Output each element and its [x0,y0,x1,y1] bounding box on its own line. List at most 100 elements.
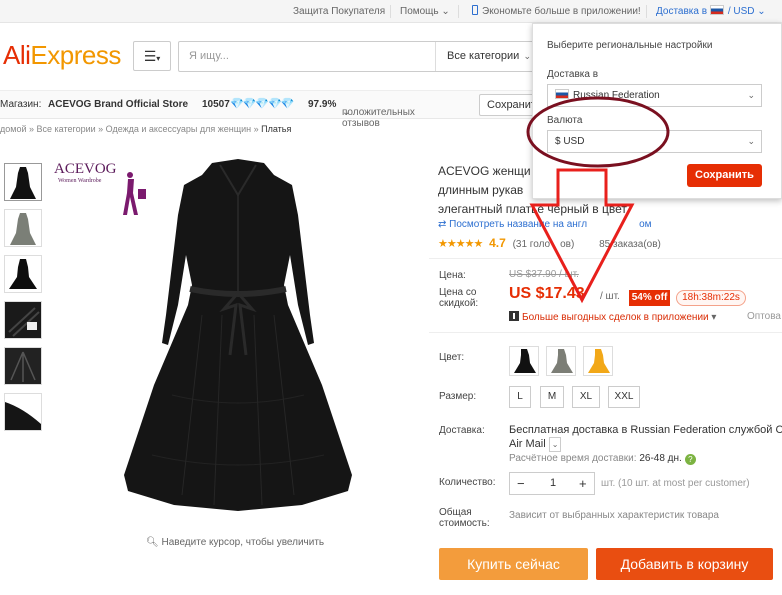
brand-logo-text: ACEVOG [54,161,117,177]
breadcrumb-home[interactable]: домой [0,124,26,134]
save-store-button[interactable]: Сохранить [479,94,539,116]
help-menu[interactable]: Помощь ⌄ [400,0,450,23]
size-option-xxl[interactable]: XXL [608,386,640,408]
popup-save-button[interactable]: Сохранить [687,164,762,187]
view-english-title-link[interactable]: ⇄ Посмотреть название на англ ом [438,219,652,230]
zoom-hint: 🔍︎ Наведите курсор, чтобы увеличить [146,537,324,548]
chevron-down-icon: ▾ [711,312,717,323]
rating-value: 4.7 [489,236,506,250]
country-select[interactable]: Russian Federation ⌄ [547,84,762,107]
shipping-method-select[interactable]: Air Mail ⌄ [509,437,782,452]
color-option-yellow[interactable] [583,346,613,376]
quantity-input[interactable]: 1 [550,473,556,494]
discount-price: US $17.43 [509,285,585,302]
brand-tagline-text: Women Wardrobe [58,178,102,184]
dress-detail-thumbnail-image [5,302,41,338]
chevron-down-icon: ⌄ [523,51,531,61]
size-option-xl[interactable]: XL [572,386,600,408]
category-label: Все категории [447,50,520,62]
translate-icon: ⇄ [438,219,447,230]
total-label-2: стоимость: [439,518,490,529]
breadcrumb-all-categories[interactable]: Все категории [37,124,96,134]
total-label-1: Общая [439,507,472,518]
breadcrumb: домой » Все категории » Одежда и аксессу… [0,124,292,134]
region-currency-trigger[interactable]: Доставка в / USD ⌄ [656,0,766,23]
color-option-black[interactable] [509,346,539,376]
product-rating: ★★★★★ 4.7 (31 голо ов) 85 заказа(ов) [438,236,661,250]
size-label: Размер: [439,391,477,402]
discount-badge: 54% off [629,290,670,306]
product-title-line-3: элегантный платье черный в цвет [438,202,627,216]
russia-flag-icon [709,5,724,15]
buy-now-button[interactable]: Купить сейчас [439,548,588,580]
divider [458,5,459,18]
thumbnail-2[interactable] [4,209,42,247]
plus-icon[interactable]: + [579,473,587,494]
aliexpress-logo[interactable]: AliExpress [3,40,121,71]
categories-menu-button[interactable]: ☰▾ [133,41,171,71]
reviews-link[interactable]: (31 голо ов) [513,239,575,250]
countdown-timer: 18h:38m:22s [676,290,746,306]
thumbnail-5[interactable] [4,347,42,385]
breadcrumb-women-clothing[interactable]: Одежда и аксессуары для женщин [106,124,251,134]
minus-icon[interactable]: − [517,473,525,494]
help-label: Помощь [400,6,439,17]
search-input[interactable]: Я ищу... [189,50,229,62]
store-name-link[interactable]: ACEVOG Brand Official Store [48,99,188,110]
size-option-l[interactable]: L [509,386,531,408]
discount-price-label-2: скидкой: [439,298,479,309]
chevron-down-icon: ⌄ [757,6,766,17]
divider [390,5,391,18]
category-select[interactable]: Все категории ⌄ [435,42,539,71]
chevron-down-icon: ⌄ [441,6,450,17]
popup-title: Выберите региональные настройки [547,40,713,51]
russia-flag-icon [555,89,569,99]
size-option-m[interactable]: M [540,386,564,408]
total-note: Зависит от выбранных характеристик товар… [509,510,719,521]
shipping-text: Бесплатная доставка в Russian Federation… [509,424,782,436]
product-title-line-1: ACEVOG женщи [438,164,531,178]
quantity-note: шт. (10 шт. at most per customer) [601,478,750,489]
shipping-label: Доставка: [439,425,485,436]
shipping-method: Air Mail [509,438,546,450]
help-icon[interactable]: ? [684,454,696,465]
orders-count: 85 заказа(ов) [599,239,661,250]
wholesale-link[interactable]: Оптова [747,311,781,322]
shipping-info: Бесплатная доставка в Russian Federation… [509,424,782,452]
thumbnail-4[interactable] [4,301,42,339]
breadcrumb-current: Платья [261,124,292,134]
zoom-hint-text: Наведите курсор, чтобы увеличить [161,537,325,548]
thumbnail-3[interactable] [4,255,42,293]
logo-express: Express [30,40,121,70]
product-title-line-2: длинным рукав [438,183,524,197]
divider [646,5,647,18]
chevron-down-icon: ⌄ [342,107,351,118]
app-deals-text: Больше выгодных сделок в приложении [522,312,709,323]
price-unit: / шт. [600,291,620,302]
delivery-time-value: 26-48 дн. [639,453,682,464]
app-promo-link[interactable]: Экономьте больше в приложении! [472,0,641,23]
phone-icon [472,5,478,15]
popup-currency-label: Валюта [547,115,583,126]
thumbnail-1[interactable] [4,163,42,201]
dress-thumbnail-image [10,213,36,245]
quantity-label: Количество: [439,477,496,488]
color-option-gray[interactable] [546,346,576,376]
qr-code-icon [509,311,519,321]
rating-stars-icon: ★★★★★ [438,238,483,250]
app-deals-link[interactable]: Больше выгодных сделок в приложении ▾ [509,311,716,323]
country-value: Russian Federation [573,90,660,101]
currency-select[interactable]: $ USD ⌄ [547,130,762,153]
discount-price-label-1: Цена со [439,287,477,298]
thumbnail-6[interactable] [4,393,42,431]
dress-swatch-image [514,349,536,373]
divider [429,258,782,259]
add-to-cart-button[interactable]: Добавить в корзину [596,548,773,580]
dress-swatch-image [551,349,573,373]
popup-shipping-label: Доставка в [547,69,599,80]
black-dress-image: ACEVOG Women Wardrobe [54,159,352,511]
top-bar: Защита Покупателя Помощь ⌄ Экономьте бол… [0,0,782,23]
main-product-image[interactable]: ACEVOG Women Wardrobe [52,155,424,535]
buyer-protection-link[interactable]: Защита Покупателя [293,0,385,23]
dress-detail-thumbnail-image [5,394,41,430]
